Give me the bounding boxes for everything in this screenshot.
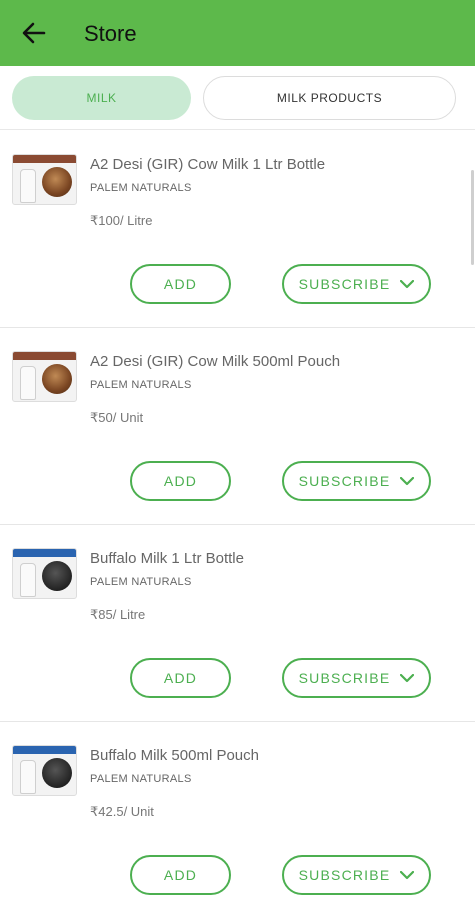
product-name[interactable]: A2 Desi (GIR) Cow Milk 1 Ltr Bottle xyxy=(90,155,325,175)
product-brand: PALEM NATURALS xyxy=(90,773,192,785)
buffalo-icon xyxy=(42,561,72,591)
add-button[interactable]: ADD xyxy=(130,461,231,501)
product-price: ₹100/ Litre xyxy=(90,213,153,228)
product-card: Buffalo Milk 1 Ltr Bottle PALEM NATURALS… xyxy=(0,525,475,722)
tab-milk-products[interactable]: MILK PRODUCTS xyxy=(203,76,456,120)
subscribe-label: SUBSCRIBE xyxy=(298,276,391,292)
category-tabs: MILK MILK PRODUCTS xyxy=(0,66,475,130)
product-price: ₹42.5/ Unit xyxy=(90,804,154,819)
product-brand: PALEM NATURALS xyxy=(90,379,192,391)
add-label: ADD xyxy=(163,670,198,686)
product-name[interactable]: Buffalo Milk 1 Ltr Bottle xyxy=(90,549,244,569)
buffalo-icon xyxy=(42,758,72,788)
add-button[interactable]: ADD xyxy=(130,855,231,895)
product-image xyxy=(12,351,77,402)
add-label: ADD xyxy=(163,276,198,292)
back-button[interactable] xyxy=(20,20,48,46)
subscribe-button[interactable]: SUBSCRIBE xyxy=(282,855,431,895)
chevron-down-icon xyxy=(400,673,415,683)
add-button[interactable]: ADD xyxy=(130,658,231,698)
product-price: ₹50/ Unit xyxy=(90,410,144,425)
cow-icon xyxy=(42,364,72,394)
tab-milk[interactable]: MILK xyxy=(12,76,191,120)
product-card: A2 Desi (GIR) Cow Milk 500ml Pouch PALEM… xyxy=(0,328,475,525)
product-image xyxy=(12,154,77,205)
cow-icon xyxy=(42,167,72,197)
product-name[interactable]: A2 Desi (GIR) Cow Milk 500ml Pouch xyxy=(90,352,340,372)
subscribe-label: SUBSCRIBE xyxy=(298,670,391,686)
subscribe-button[interactable]: SUBSCRIBE xyxy=(282,264,431,304)
product-card: A2 Desi (GIR) Cow Milk 1 Ltr Bottle PALE… xyxy=(0,131,475,328)
product-image xyxy=(12,548,77,599)
product-image xyxy=(12,745,77,796)
product-card: Buffalo Milk 500ml Pouch PALEM NATURALS … xyxy=(0,722,475,900)
product-name[interactable]: Buffalo Milk 500ml Pouch xyxy=(90,746,259,766)
add-label: ADD xyxy=(163,473,198,489)
subscribe-label: SUBSCRIBE xyxy=(298,473,391,489)
subscribe-button[interactable]: SUBSCRIBE xyxy=(282,461,431,501)
product-brand: PALEM NATURALS xyxy=(90,182,192,194)
chevron-down-icon xyxy=(400,279,415,289)
product-brand: PALEM NATURALS xyxy=(90,576,192,588)
scrollbar[interactable] xyxy=(471,170,474,265)
product-list: A2 Desi (GIR) Cow Milk 1 Ltr Bottle PALE… xyxy=(0,131,475,900)
product-price: ₹85/ Litre xyxy=(90,607,146,622)
subscribe-button[interactable]: SUBSCRIBE xyxy=(282,658,431,698)
subscribe-label: SUBSCRIBE xyxy=(298,867,391,883)
app-bar: Store xyxy=(0,0,475,66)
arrow-left-icon xyxy=(22,22,46,44)
chevron-down-icon xyxy=(400,870,415,880)
page-title: Store xyxy=(84,21,137,46)
chevron-down-icon xyxy=(400,476,415,486)
add-label: ADD xyxy=(163,867,198,883)
add-button[interactable]: ADD xyxy=(130,264,231,304)
